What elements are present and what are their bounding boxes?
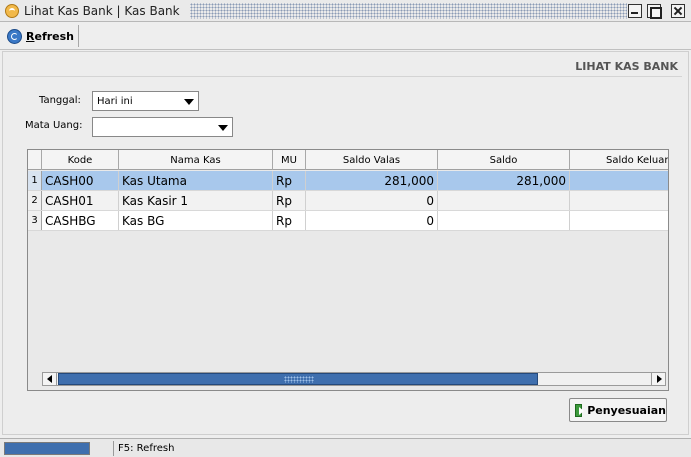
header-corner <box>28 150 42 170</box>
mata-uang-select[interactable] <box>92 117 233 137</box>
status-divider <box>113 441 114 456</box>
tanggal-select[interactable]: Hari ini <box>92 91 199 111</box>
title-bar-pattern <box>190 3 627 19</box>
table-row[interactable]: 2 CASH01 Kas Kasir 1 Rp 0 <box>28 191 668 211</box>
cell-saldo-valas: 0 <box>306 211 438 230</box>
refresh-button[interactable]: Refresh <box>3 25 79 47</box>
cell-kode: CASH01 <box>42 191 119 210</box>
cell-kode: CASH00 <box>42 171 119 190</box>
table-row[interactable]: 1 CASH00 Kas Utama Rp 281,000 281,000 <box>28 171 668 191</box>
row-number: 3 <box>28 211 42 230</box>
cell-mu: Rp <box>273 171 306 190</box>
arrow-right-icon <box>575 403 585 417</box>
row-number: 2 <box>28 191 42 210</box>
tanggal-label: Tanggal: <box>39 95 81 106</box>
column-header-mu[interactable]: MU <box>273 150 306 170</box>
status-bar: F5: Refresh <box>0 438 691 457</box>
app-icon <box>5 4 19 18</box>
status-progress-bar <box>4 442 90 455</box>
page-title: LIHAT KAS BANK <box>575 60 678 73</box>
cell-saldo-valas: 0 <box>306 191 438 210</box>
cell-saldo <box>438 211 570 230</box>
cell-saldo-keluar <box>570 171 668 190</box>
status-hint: F5: Refresh <box>118 443 175 454</box>
refresh-button-label: Refresh <box>26 29 74 43</box>
cell-nama-kas: Kas Kasir 1 <box>119 191 273 210</box>
cell-saldo <box>438 191 570 210</box>
minimize-icon[interactable] <box>628 4 642 18</box>
cell-saldo-keluar <box>570 211 668 230</box>
tanggal-select-value: Hari ini <box>97 95 133 107</box>
cell-nama-kas: Kas Utama <box>119 171 273 190</box>
close-icon[interactable] <box>671 4 685 18</box>
table-row[interactable]: 3 CASHBG Kas BG Rp 0 <box>28 211 668 231</box>
chevron-down-icon <box>218 125 228 131</box>
toolbar: Refresh <box>0 22 691 50</box>
scroll-left-icon[interactable] <box>43 373 57 385</box>
cell-mu: Rp <box>273 191 306 210</box>
mata-uang-label: Mata Uang: <box>25 120 83 131</box>
cell-saldo-keluar <box>570 191 668 210</box>
column-header-kode[interactable]: Kode <box>42 150 119 170</box>
table-header: Kode Nama Kas MU Saldo Valas Saldo Saldo… <box>28 150 668 170</box>
cell-saldo-valas: 281,000 <box>306 171 438 190</box>
cell-kode: CASHBG <box>42 211 119 230</box>
kas-bank-table: Kode Nama Kas MU Saldo Valas Saldo Saldo… <box>27 149 669 391</box>
column-header-saldo-valas[interactable]: Saldo Valas <box>306 150 438 170</box>
scrollbar-thumb[interactable] <box>58 373 538 385</box>
horizontal-scrollbar[interactable] <box>42 372 666 386</box>
maximize-icon[interactable] <box>647 4 662 19</box>
window-title: Lihat Kas Bank | Kas Bank <box>24 4 180 18</box>
penyesuaian-button-label: Penyesuaian <box>587 403 666 417</box>
penyesuaian-button[interactable]: Penyesuaian <box>569 398 667 422</box>
column-header-saldo[interactable]: Saldo <box>438 150 570 170</box>
column-header-saldo-keluar[interactable]: Saldo Keluar <box>570 150 668 170</box>
cell-saldo: 281,000 <box>438 171 570 190</box>
title-bar: Lihat Kas Bank | Kas Bank <box>0 0 691 22</box>
cell-mu: Rp <box>273 211 306 230</box>
row-number: 1 <box>28 171 42 190</box>
cell-nama-kas: Kas BG <box>119 211 273 230</box>
main-panel: LIHAT KAS BANK Tanggal: Hari ini Mata Ua… <box>2 51 689 435</box>
chevron-down-icon <box>184 99 194 105</box>
column-header-nama-kas[interactable]: Nama Kas <box>119 150 273 170</box>
scroll-right-icon[interactable] <box>651 373 665 385</box>
refresh-icon <box>7 28 22 44</box>
header-divider <box>9 76 682 77</box>
